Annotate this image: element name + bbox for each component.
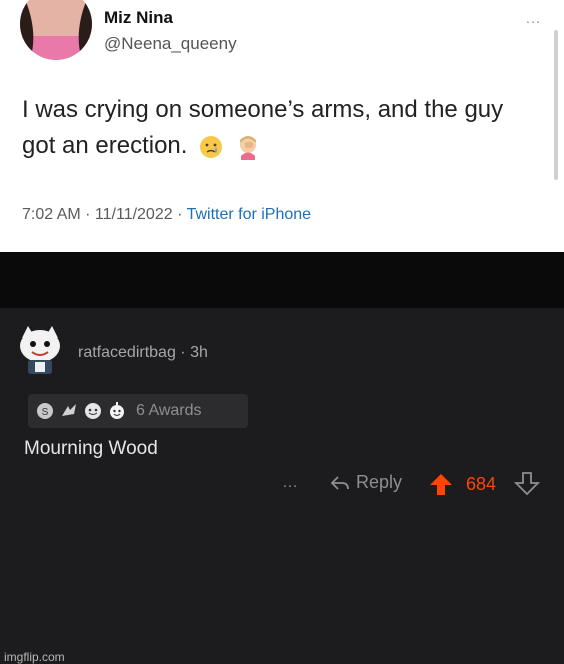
tweet-avatar[interactable] [20,0,92,60]
awards-count: 6 Awards [136,402,202,419]
downvote-icon[interactable] [514,472,540,496]
tweet-text: I was crying on someone’s arms, and the … [22,92,542,164]
svg-text:S: S [42,407,49,418]
watermark: imgflip.com [4,650,65,664]
reply-label: Reply [356,472,403,492]
hands-award-icon [62,404,76,416]
crying-face-icon [200,135,223,158]
vote-score: 684 [466,474,497,494]
tweet-author-name[interactable]: Miz Nina [104,8,173,28]
snoo-avatar[interactable] [14,318,66,378]
more-options-icon[interactable]: … [282,474,299,492]
silver-award-icon: S [37,403,53,419]
comment-body: Mourning Wood [24,438,158,459]
reply-button[interactable]: Reply [330,472,402,493]
tweet-source-link[interactable]: Twitter for iPhone [187,206,312,223]
divider [0,252,564,308]
facepalm-icon [239,135,256,160]
tweet-card: Miz Nina @Neena_queeny … I was crying on… [0,0,564,252]
tweet-meta: 7:02 AM · 11/11/2022 · Twitter for iPhon… [22,206,311,224]
reddit-comment: ratfacedirtbag · 3h S 6 Awards Mourning … [0,308,564,664]
face-award-icon [85,403,101,419]
comment-meta: ratfacedirtbag · 3h [78,344,208,362]
comment-username[interactable]: ratfacedirtbag [78,344,176,361]
comment-actions: … Reply 684 imgflip.com [0,472,564,664]
tweet-timestamp: 7:02 AM · 11/11/2022 · [22,206,187,223]
awards-bar[interactable]: S 6 Awards [28,394,248,428]
wholesome-award-icon [110,402,124,419]
reply-icon [330,475,349,490]
scrollbar[interactable] [554,30,558,180]
tweet-author-handle[interactable]: @Neena_queeny [104,34,237,54]
more-options-icon[interactable]: … [525,10,542,28]
upvote-icon[interactable] [428,472,454,496]
tweet-body: I was crying on someone’s arms, and the … [22,96,504,159]
comment-age: · 3h [175,344,208,361]
